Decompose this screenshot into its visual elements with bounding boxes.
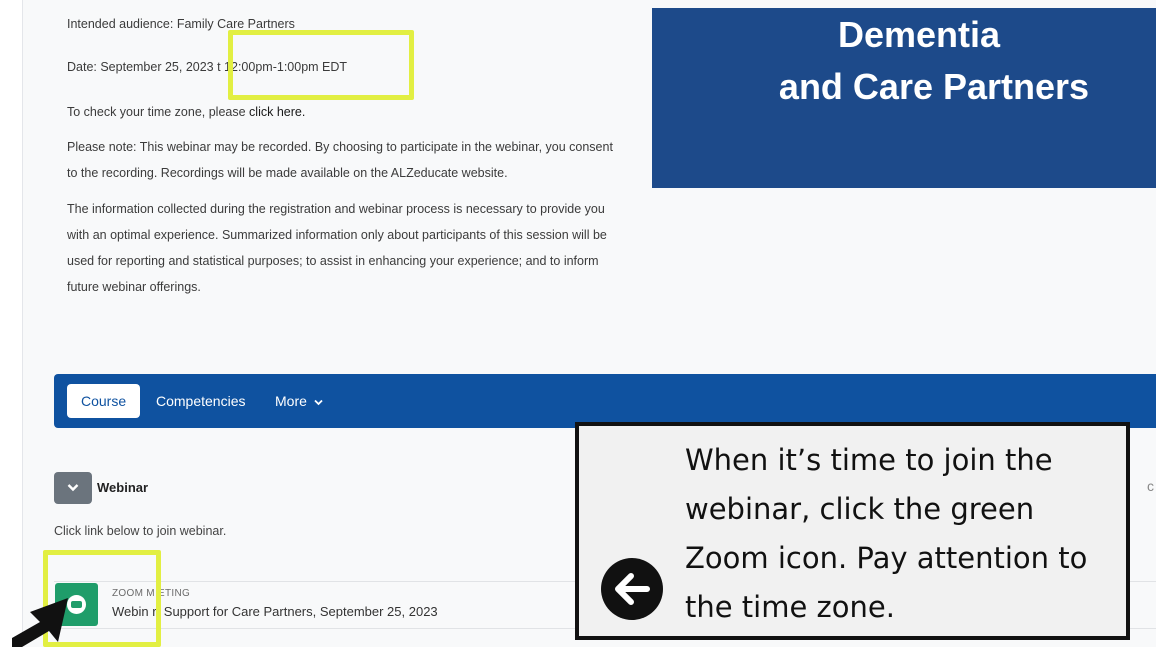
course-navbar: Course Competencies More xyxy=(54,374,1156,428)
tab-more[interactable]: More xyxy=(275,384,323,418)
time-highlight-box xyxy=(228,30,414,100)
instruction-callout: When it’s time to join the webinar, clic… xyxy=(575,422,1130,640)
timezone-line: To check your time zone, please click he… xyxy=(67,105,305,119)
course-banner: Dementia and Care Partners xyxy=(652,8,1156,188)
section-collapse-toggle[interactable] xyxy=(54,472,92,504)
tab-competencies-label: Competencies xyxy=(156,393,246,409)
left-arrow-icon xyxy=(601,558,663,620)
section-title: Webinar xyxy=(97,480,149,495)
timezone-text: To check your time zone, please xyxy=(67,105,250,119)
section-description: Click link below to join webinar. xyxy=(54,524,227,538)
tab-more-label: More xyxy=(275,393,307,409)
privacy-note: The information collected during the reg… xyxy=(67,202,607,294)
callout-text: When it’s time to join the webinar, clic… xyxy=(685,443,1088,624)
audience-text: Intended audience: Family Care Partners xyxy=(67,17,295,31)
tab-course[interactable]: Course xyxy=(67,384,141,418)
timezone-link[interactable]: click here. xyxy=(249,105,305,119)
edge-text: c xyxy=(1147,478,1154,494)
recording-note: Please note: This webinar may be recorde… xyxy=(67,140,613,180)
tab-competencies[interactable]: Competencies xyxy=(156,384,246,418)
banner-line-2: and Care Partners xyxy=(778,66,1090,107)
chevron-down-icon xyxy=(314,399,323,406)
banner-line-1: Dementia xyxy=(837,14,1001,55)
pointer-arrow-icon xyxy=(12,598,68,647)
date-text: Date: September 25, 2023 xyxy=(67,60,214,74)
chevron-down-icon xyxy=(67,484,79,492)
tab-course-label: Course xyxy=(81,393,127,409)
